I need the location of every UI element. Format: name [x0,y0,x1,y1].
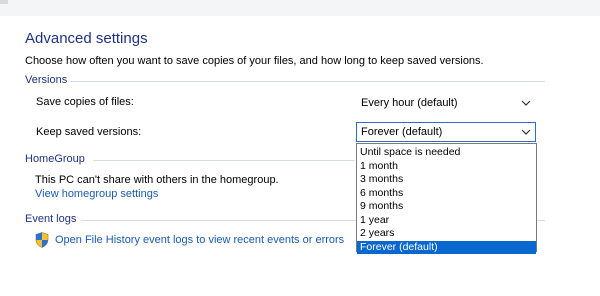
page-description: Choose how often you want to save copies… [25,55,484,67]
dropdown-option[interactable]: 1 year [357,214,536,228]
keep-versions-value: Forever (default) [361,126,443,138]
versions-heading: Versions [25,74,68,86]
homegroup-message: This PC can't share with others in the h… [35,174,279,186]
open-event-logs-link[interactable]: Open File History event logs to view rec… [55,234,344,246]
dropdown-option[interactable]: 6 months [357,187,536,201]
save-copies-dropdown[interactable]: Every hour (default) [356,93,536,113]
dropdown-option[interactable]: 1 month [357,160,536,174]
keep-versions-label: Keep saved versions: [36,126,142,138]
homegroup-divider [93,160,355,161]
dropdown-option[interactable]: 3 months [357,173,536,187]
dropdown-option[interactable]: Until space is needed [357,146,536,160]
save-copies-label: Save copies of files: [36,96,134,108]
shield-icon [35,232,49,248]
versions-divider [70,81,545,82]
window-corner [0,0,8,4]
dropdown-option[interactable]: 9 months [357,200,536,214]
homegroup-heading: HomeGroup [25,153,85,165]
dropdown-option[interactable]: 2 years [357,227,536,241]
view-homegroup-settings-link[interactable]: View homegroup settings [35,188,158,200]
chevron-down-icon [517,94,535,112]
save-copies-value: Every hour (default) [361,97,458,109]
keep-versions-dropdown[interactable]: Forever (default) [356,122,536,142]
top-strip [0,0,600,16]
dropdown-option[interactable]: Forever (default) [357,240,536,254]
keep-versions-options-list[interactable]: Until space is needed 1 month 3 months 6 mo… [356,143,537,254]
page-title: Advanced settings [25,30,148,47]
chevron-down-icon [517,123,535,141]
event-logs-heading: Event logs [25,213,77,225]
